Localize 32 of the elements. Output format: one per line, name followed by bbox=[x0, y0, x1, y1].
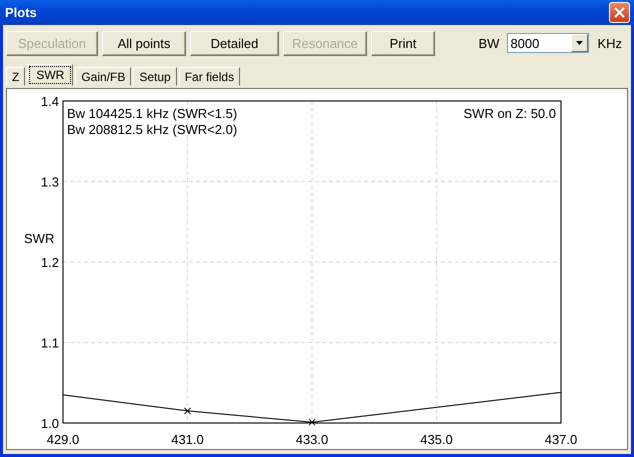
x-tick-label: 433.0 bbox=[296, 432, 328, 447]
tab[interactable]: Z bbox=[6, 67, 26, 86]
y-tick-label: 1.4 bbox=[40, 94, 59, 109]
x-tick-label: 435.0 bbox=[420, 432, 453, 447]
point-marker bbox=[184, 407, 191, 414]
dropdown-button[interactable] bbox=[571, 34, 588, 52]
toolbar-button[interactable]: Print bbox=[371, 30, 435, 56]
y-tick-label: 1.3 bbox=[40, 174, 59, 190]
x-tick-label: 429.0 bbox=[46, 432, 80, 447]
tab[interactable]: Gain/FB bbox=[75, 67, 132, 86]
y-tick-label: 1.2 bbox=[40, 255, 59, 270]
tab[interactable]: Far fields bbox=[178, 67, 240, 86]
tab[interactable]: SWR bbox=[27, 64, 74, 86]
bandwidth-note: Bw 208812.5 kHz (SWR<2.0) bbox=[67, 122, 238, 137]
close-icon bbox=[614, 7, 625, 18]
y-axis-label: SWR bbox=[24, 231, 54, 246]
x-tick-label: 431.0 bbox=[171, 432, 204, 447]
close-button[interactable] bbox=[609, 2, 630, 23]
y-tick-label: 1.0 bbox=[40, 416, 59, 431]
x-tick-label: 437.0 bbox=[544, 432, 578, 447]
toolbar-button[interactable]: Detailed bbox=[190, 30, 279, 56]
unit-label: KHz bbox=[597, 36, 622, 50]
window-title: Plots bbox=[5, 5, 37, 20]
impedance-note: SWR on Z: 50.0 bbox=[464, 106, 556, 121]
caret-icon bbox=[576, 41, 584, 45]
y-tick-label: 1.1 bbox=[40, 336, 59, 350]
point-marker bbox=[308, 418, 316, 426]
bw-combo-box[interactable]: 8000 bbox=[507, 33, 590, 53]
bandwidth-note: Bw 104425.1 kHz (SWR<1.5) bbox=[67, 106, 238, 121]
bw-label: BW bbox=[478, 36, 500, 50]
tab[interactable]: Setup bbox=[133, 67, 177, 86]
toolbar-button[interactable]: All points bbox=[102, 30, 186, 56]
